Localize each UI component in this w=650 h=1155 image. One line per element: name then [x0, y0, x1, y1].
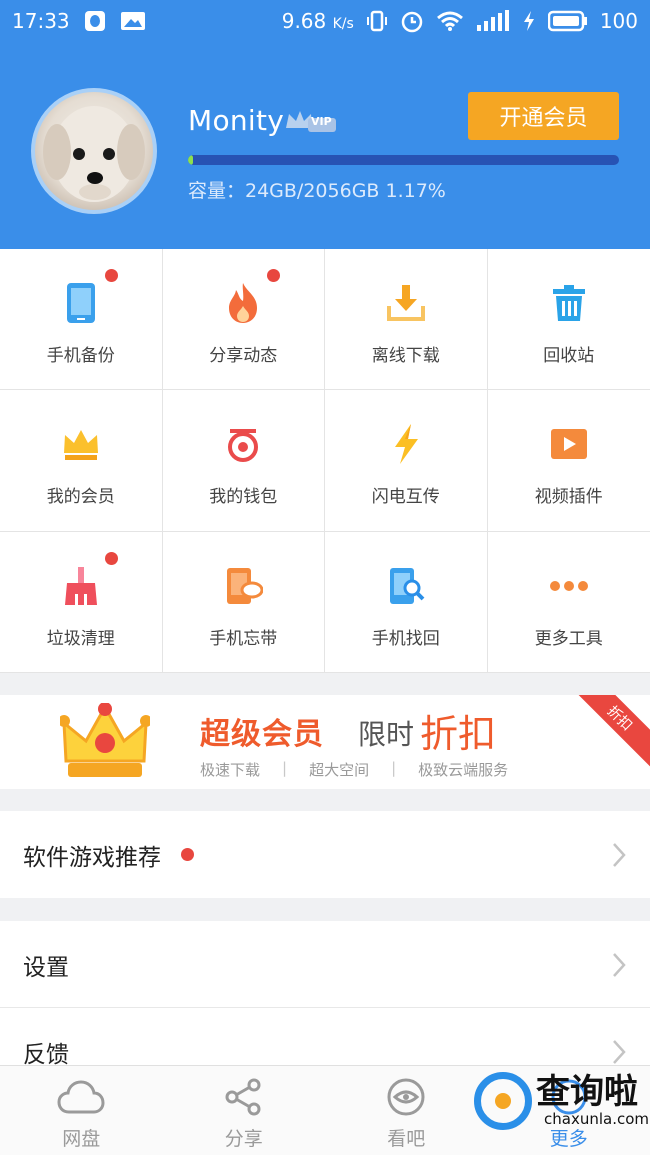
capacity-progress-bar [188, 155, 619, 165]
cloud-icon [57, 1080, 105, 1114]
battery-level: 100 [599, 9, 638, 33]
tool-phone-backup[interactable]: 手机备份 [0, 249, 163, 391]
phone-backup-icon [66, 283, 95, 323]
notification-dot [104, 551, 118, 565]
super-vip-banner[interactable]: 超级会员 限时 折扣 极速下载 | 超大空间 | 极致云端服务 折扣 [0, 695, 650, 789]
wifi-icon [436, 11, 463, 31]
more-dots-icon [549, 580, 588, 591]
image-notification-icon [120, 12, 145, 30]
tool-share-feed[interactable]: 分享动态 [162, 249, 325, 391]
wallet-icon [228, 429, 259, 463]
notification-dot [267, 269, 280, 282]
capacity-progress-fill [188, 155, 194, 165]
capacity-text: 容量：24GB/2056GB 1.17% [188, 180, 446, 202]
network-speed: 9.68 K/s [281, 9, 354, 33]
chevron-right-icon [613, 952, 626, 977]
tool-offline-download[interactable]: 离线下载 [325, 249, 488, 391]
tool-junk-clean[interactable]: 垃圾清理 [0, 531, 163, 673]
chevron-right-icon [613, 1039, 626, 1064]
tool-phone-forgotten[interactable]: 手机忘带 [162, 531, 325, 673]
menu-item-recommend[interactable]: 软件游戏推荐 [0, 811, 650, 898]
tool-more-tools[interactable]: 更多工具 [487, 532, 650, 673]
profile-header: Monity VIP 开通会员 容量：24GB/2056GB 1.17% [0, 42, 650, 249]
phone-cloud-icon [227, 567, 264, 604]
tool-recycle-bin[interactable]: 回收站 [487, 249, 650, 391]
eye-icon [387, 1078, 425, 1116]
tool-flash-transfer[interactable]: 闪电互传 [325, 390, 488, 532]
super-vip-crown-icon [60, 703, 150, 777]
banner-title: 超级会员 [200, 717, 324, 752]
tool-video-plugin[interactable]: 视频插件 [487, 390, 650, 532]
tool-my-membership[interactable]: 我的会员 [0, 390, 163, 532]
lightning-icon [394, 424, 418, 465]
banner-discount: 折扣 [420, 712, 497, 756]
trash-icon [552, 285, 585, 321]
charging-icon [523, 11, 534, 31]
phone-search-icon [389, 567, 425, 604]
nav-watch[interactable]: 看吧 [325, 1066, 488, 1155]
dog-photo-icon [43, 106, 145, 202]
avatar[interactable] [31, 88, 157, 214]
banner-features: 极速下载 | 超大空间 | 极致云端服务 [200, 759, 509, 779]
nav-share[interactable]: 分享 [163, 1066, 326, 1155]
broom-icon [64, 566, 97, 605]
nav-netdisk[interactable]: 网盘 [0, 1066, 163, 1155]
watermark-logo-icon [474, 1072, 532, 1130]
signal-icon [476, 10, 509, 31]
status-bar: 17:33 9.68 K/s 100 [0, 0, 650, 42]
vip-badge: VIP [284, 108, 338, 138]
battery-icon [547, 10, 587, 32]
open-vip-button[interactable]: 开通会员 [468, 92, 619, 140]
qq-notification-icon [84, 11, 105, 31]
site-watermark: 查询啦 chaxunla.com [474, 1068, 650, 1134]
notification-dot [181, 848, 194, 861]
menu-item-settings[interactable]: 设置 [0, 921, 650, 1008]
status-time: 17:33 [12, 9, 70, 33]
alarm-icon [401, 11, 423, 33]
tool-find-phone[interactable]: 手机找回 [325, 531, 488, 673]
tool-my-wallet[interactable]: 我的钱包 [162, 390, 325, 532]
notification-dot [104, 269, 118, 282]
crown-icon [63, 430, 98, 461]
chevron-right-icon [613, 842, 626, 867]
username: Monity [188, 104, 285, 137]
share-icon [225, 1078, 261, 1116]
video-play-icon [550, 429, 587, 460]
banner-limited: 限时 [358, 718, 415, 751]
download-tray-icon [386, 285, 425, 321]
flame-icon [229, 283, 258, 323]
tools-grid: 手机备份 分享动态 离线下载 回收站 我的会员 我的钱包 闪电互传 视频插件 垃… [0, 249, 650, 673]
discount-ribbon: 折扣 [568, 695, 650, 770]
vibrate-icon [366, 10, 387, 32]
